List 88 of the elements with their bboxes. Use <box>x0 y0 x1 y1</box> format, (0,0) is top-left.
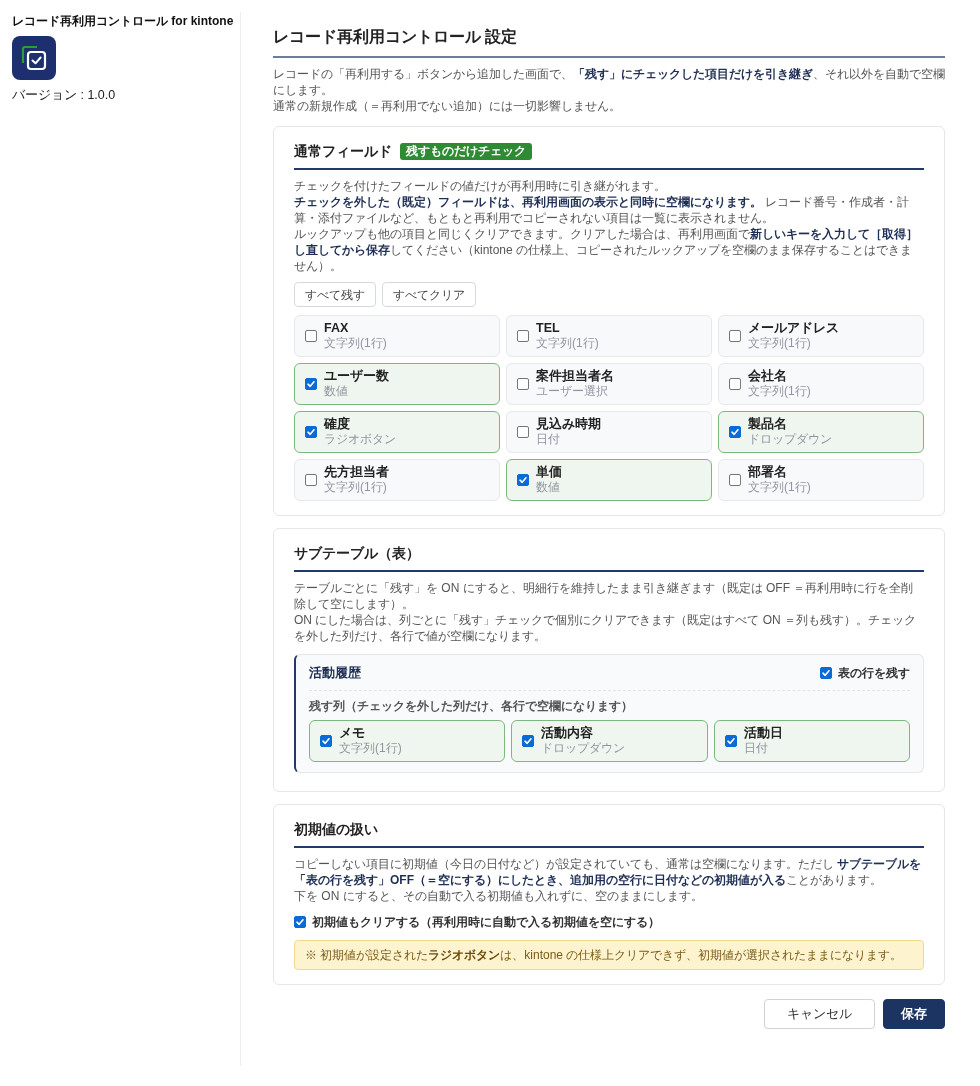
checkbox[interactable] <box>729 330 741 342</box>
field-type: 文字列(1行) <box>748 480 811 495</box>
checkbox[interactable] <box>517 378 529 390</box>
version-text: バージョン : 1.0.0 <box>12 87 117 104</box>
checkbox[interactable] <box>522 735 535 747</box>
checkbox[interactable] <box>320 735 332 747</box>
checkbox[interactable] <box>820 667 832 679</box>
checkbox[interactable] <box>305 426 317 438</box>
help-text: コピーしない項目に初期値（今日の日付など）が設定されていても、通常は空欄になります。ただし サブテーブルを「表の行を残す」OFF（＝空にする）にしたとき、追加用の空行に日付などの初期値が入ることがあります。 <box>294 856 923 888</box>
field-option[interactable]: メモ 文字列(1行) <box>309 720 506 762</box>
warning-note: ※ 初期値が設定されたラジオボタンは、kintone の仕様上クリアできず、初期値が選択されたままになります。 <box>294 940 924 970</box>
field-option[interactable]: TEL 文字列(1行) <box>506 315 712 357</box>
app-title: レコード再利用コントロール for kintone <box>12 13 235 30</box>
field-type: ドロップダウン <box>541 741 626 756</box>
field-option[interactable]: 会社名 文字列(1行) <box>718 363 924 405</box>
field-label: 活動内容 <box>541 726 595 741</box>
field-option[interactable]: メールアドレス 文字列(1行) <box>718 315 924 357</box>
checkbox[interactable] <box>517 330 529 342</box>
field-label: ユーザー数 <box>324 369 389 384</box>
status-badge: 残すものだけチェック <box>400 142 532 160</box>
subtable-name: 活動履歴 <box>309 664 361 682</box>
field-type: 文字列(1行) <box>536 336 599 351</box>
checkbox[interactable] <box>724 735 737 747</box>
field-type: 日付 <box>536 432 561 447</box>
save-button[interactable]: 保存 <box>883 999 945 1029</box>
field-option[interactable]: 先方担当者 文字列(1行) <box>294 459 500 501</box>
field-label: 会社名 <box>748 369 788 384</box>
checkbox[interactable] <box>517 426 529 438</box>
field-type: ドロップダウン <box>748 432 832 447</box>
field-type: ユーザー選択 <box>536 384 609 399</box>
field-label: TEL <box>536 321 561 336</box>
field-type: 数値 <box>536 480 561 495</box>
field-option[interactable]: 見込み時期 日付 <box>506 411 712 453</box>
field-type: 文字列(1行) <box>748 384 811 399</box>
field-label: FAX <box>324 321 350 336</box>
field-type: 日付 <box>743 741 769 756</box>
description-text: 通常の新規作成（＝再利用でない追加）には一切影響しません。 <box>273 98 622 114</box>
help-text: ルックアップも他の項目と同じくクリアできます。クリアした場合は、再利用画面で新しいキーを入力して［取得］し直してから保存してください（kintone の仕様上、コピーされたルックアップを空欄のまま保存することはできません）。 <box>294 226 919 274</box>
help-text: 下を ON にすると、その自動で入る初期値も入れずに、空のままにします。 <box>294 888 704 904</box>
checkbox[interactable] <box>305 474 317 486</box>
checkbox[interactable] <box>294 916 306 928</box>
checkbox[interactable] <box>517 474 529 486</box>
field-type: 数値 <box>324 384 349 399</box>
section-title: 通常フィールド <box>294 142 392 161</box>
field-option[interactable]: 単価 数値 <box>506 459 712 501</box>
field-option[interactable]: 活動日 日付 <box>713 720 910 762</box>
field-option[interactable]: 部署名 文字列(1行) <box>718 459 924 501</box>
checkbox[interactable] <box>729 378 741 390</box>
field-label: 単価 <box>536 465 562 480</box>
help-text: ON にした場合は、列ごとに「残す」チェックで個別にクリアできます（既定はすべて ON ＝列も残す）。チェックを外した列だけ、各行で値が空欄になります。 <box>294 612 917 644</box>
field-label: 確度 <box>324 417 351 432</box>
field-label: 案件担当者名 <box>536 369 614 384</box>
field-type: ラジオボタン <box>324 432 396 447</box>
checkbox[interactable] <box>729 474 741 486</box>
field-type: 文字列(1行) <box>748 336 812 351</box>
field-type: 文字列(1行) <box>324 336 387 351</box>
help-text: テーブルごとに「残す」を ON にすると、明細行を維持したまま引き継ぎます（既定は OFF ＝再利用時に行を全削除して空にします）。 <box>294 580 915 612</box>
help-text: チェックを付けたフィールドの値だけが再利用時に引き継がれます。 <box>294 178 667 194</box>
field-label: メモ <box>339 726 366 741</box>
field-option[interactable]: 製品名 ドロップダウン <box>718 411 924 453</box>
checkbox-label: 表の行を残す <box>838 665 910 682</box>
field-label: 見込み時期 <box>536 417 601 432</box>
section-title: サブテーブル（表） <box>294 544 420 563</box>
checkbox[interactable] <box>305 378 317 390</box>
field-option[interactable]: 確度 ラジオボタン <box>294 411 500 453</box>
checkbox-label: 初期値もクリアする（再利用時に自動で入る初期値を空にする） <box>312 914 660 930</box>
field-option[interactable]: 活動内容 ドロップダウン <box>511 720 708 762</box>
section-title: 初期値の扱い <box>294 820 378 839</box>
checkbox-logo-icon <box>12 36 56 80</box>
columns-label: 残す列（チェックを外した列だけ、各行で空欄になります） <box>309 698 634 714</box>
help-text: チェックを外した（既定）フィールドは、再利用画面の表示と同時に空欄になります。 レコード番号・作成者・計算・添付ファイルなど、もともと再利用でコピーされない項目は一覧に表示されません。 <box>294 194 911 226</box>
field-label: メールアドレス <box>748 321 839 336</box>
field-label: 製品名 <box>748 417 788 432</box>
field-label: 先方担当者 <box>324 465 389 480</box>
cancel-button[interactable]: キャンセル <box>764 999 875 1029</box>
field-type: 文字列(1行) <box>339 741 402 756</box>
checkbox[interactable] <box>729 426 741 438</box>
bulk-action-button[interactable]: すべてクリア <box>382 282 476 307</box>
field-option[interactable]: ユーザー数 数値 <box>294 363 500 405</box>
checkbox[interactable] <box>305 330 317 342</box>
field-label: 活動日 <box>743 726 783 741</box>
page-title: レコード再利用コントロール 設定 <box>273 26 945 58</box>
field-type: 文字列(1行) <box>324 480 388 495</box>
description-text: レコードの「再利用する」ボタンから追加した画面で、「残す」にチェックした項目だけを引き継ぎ、それ以外を自動で空欄にします。 <box>273 66 945 98</box>
bulk-action-button[interactable]: すべて残す <box>294 282 376 307</box>
field-label: 部署名 <box>748 465 788 480</box>
field-option[interactable]: FAX 文字列(1行) <box>294 315 500 357</box>
field-option[interactable]: 案件担当者名 ユーザー選択 <box>506 363 712 405</box>
